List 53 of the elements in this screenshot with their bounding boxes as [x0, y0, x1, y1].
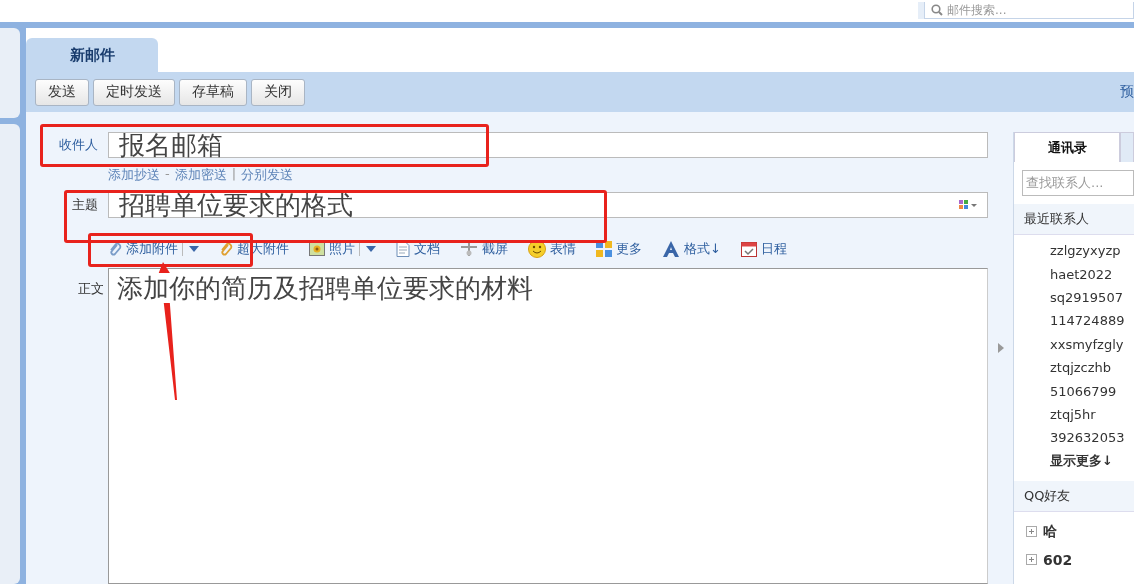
toolbar-tool[interactable]: 日程	[740, 240, 787, 258]
contact-item[interactable]: 51066799	[1014, 379, 1134, 403]
link[interactable]: 分别发送	[241, 166, 294, 184]
separator: |	[231, 166, 237, 181]
field-label: 收件人	[58, 136, 98, 154]
smiley-icon	[528, 240, 546, 258]
toolbar-tool[interactable]: 文档	[396, 240, 440, 258]
toolbar-button[interactable]: 定时发送	[93, 78, 175, 106]
link[interactable]: 添加密送	[174, 166, 227, 184]
search-icon	[931, 4, 943, 16]
contacts-tab[interactable]: 通讯录	[1014, 132, 1120, 162]
paperclip-icon	[219, 242, 233, 256]
toolbar-button[interactable]: 关闭	[251, 78, 305, 106]
group-name[interactable]: 602	[1043, 551, 1073, 568]
field-label: 主题	[71, 196, 98, 214]
preview-link[interactable]: 预	[1120, 83, 1134, 101]
toolbar-tool[interactable]: 表情	[528, 240, 576, 258]
contact-item[interactable]: 114724889	[1014, 309, 1134, 333]
toolbar-button[interactable]: 发送	[35, 78, 89, 106]
contact-item[interactable]: ztqj5hr	[1014, 402, 1134, 427]
field-label: 正文	[77, 280, 105, 298]
toolbar-tool[interactable]: 截屏	[460, 240, 508, 258]
expand-arrow-icon[interactable]	[997, 343, 1004, 353]
expand-icon[interactable]	[1026, 554, 1037, 566]
body-editor[interactable]: 添加你的简历及招聘单位要求的材料	[108, 268, 988, 584]
contact-item[interactable]: haet2022	[1014, 262, 1134, 286]
show-more-link[interactable]: 显示更多↓	[1014, 449, 1134, 473]
toolbar-button[interactable]: 存草稿	[179, 78, 247, 106]
font-icon	[662, 241, 680, 257]
color-grid-icon[interactable]	[959, 200, 977, 210]
subject-field[interactable]: 招聘单位要求的格式	[108, 192, 988, 218]
calendar-icon	[740, 241, 757, 257]
section-header: 最近联系人	[1014, 204, 1134, 235]
contact-item[interactable]: 392632053	[1014, 426, 1134, 450]
separator: -	[165, 166, 170, 181]
caret-icon[interactable]	[366, 246, 376, 252]
contact-item[interactable]: ztqjzczhb	[1014, 355, 1134, 380]
contact-item[interactable]: xxsmyfzgly	[1014, 332, 1134, 356]
paperclip-icon	[108, 242, 122, 256]
toolbar-tool[interactable]: 添加附件	[108, 240, 178, 258]
caret-icon[interactable]	[189, 246, 199, 252]
toolbar-tool[interactable]: 照片	[309, 240, 355, 258]
grid-icon	[596, 241, 612, 257]
group-name[interactable]: 哈	[1043, 522, 1057, 541]
expand-icon[interactable]	[1026, 526, 1037, 538]
contact-item[interactable]: sq2919507	[1014, 285, 1134, 310]
link[interactable]: 添加抄送	[108, 166, 160, 184]
section-header: QQ好友	[1014, 480, 1134, 512]
contact-item[interactable]: zzlgzyxyzp	[1014, 239, 1134, 263]
recipient-field[interactable]: 报名邮箱	[108, 132, 988, 158]
toolbar-tool[interactable]: 更多	[596, 240, 642, 258]
compose-tab[interactable]: 新邮件	[26, 38, 158, 72]
toolbar-tool[interactable]: 格式↓	[662, 240, 721, 258]
